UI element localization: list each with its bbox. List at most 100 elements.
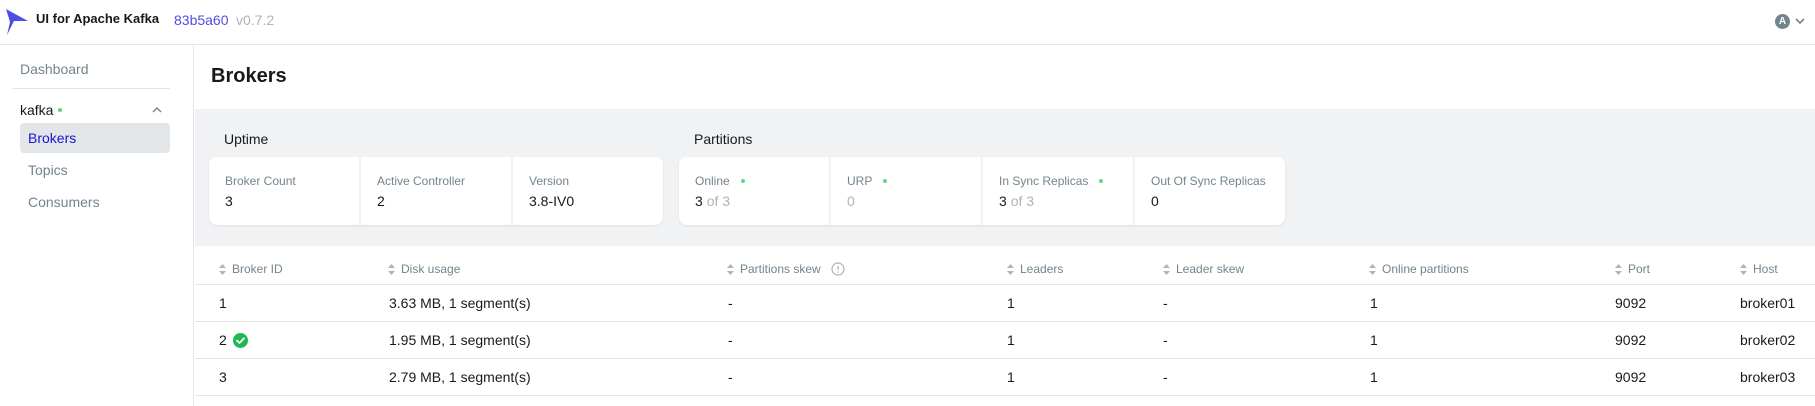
sidebar-divider [12, 88, 170, 89]
metric-total: of 3 [706, 193, 731, 209]
metric-label: Online [695, 174, 730, 188]
broker-id[interactable]: 2 [219, 332, 227, 348]
metric-label: URP [847, 174, 873, 188]
disk-usage-cell: 1.95 MB, 1 segment(s) [389, 332, 531, 348]
disk-usage-cell: 3.63 MB, 1 segment(s) [389, 295, 531, 311]
app-version: v0.7.2 [236, 12, 275, 28]
sort-icon [219, 263, 226, 275]
controller-check-icon [232, 332, 248, 348]
metric-card-online: Online 3 of 3 [679, 157, 829, 225]
leaders-cell: 1 [1007, 332, 1015, 348]
host-cell: broker03 [1740, 369, 1796, 385]
sidebar-item-label: Topics [28, 162, 68, 178]
column-label: Leader skew [1176, 262, 1245, 276]
uptime-cards: Broker Count 3 Active Controller 2 Versi… [209, 157, 663, 225]
broker-id[interactable]: 3 [219, 369, 227, 385]
page-title: Brokers [211, 65, 287, 87]
info-icon[interactable] [831, 262, 845, 276]
metric-label: Out Of Sync Replicas [1151, 174, 1266, 188]
metric-label: Active Controller [377, 174, 466, 188]
chevron-up-icon[interactable] [150, 103, 164, 117]
leader-skew-cell: - [1163, 369, 1168, 385]
column-header-leader-skew[interactable]: Leader skew [1163, 262, 1244, 276]
metric-label-row: Online [695, 174, 813, 188]
column-header-host[interactable]: Host [1740, 262, 1778, 276]
column-label: Partitions skew [740, 262, 821, 276]
sort-icon [1369, 263, 1376, 275]
sort-icon [1740, 263, 1747, 275]
partitions-skew-cell: - [728, 332, 733, 348]
table-row[interactable]: 3 2.79 MB, 1 segment(s) - 1 - 1 9092 bro… [195, 359, 1815, 396]
leader-skew-cell: - [1163, 332, 1168, 348]
metric-value-row: 3 of 3 [999, 193, 1117, 209]
column-header-broker-id[interactable]: Broker ID [219, 262, 283, 276]
leader-skew-cell: - [1163, 295, 1168, 311]
sidebar-item-consumers[interactable]: Consumers [20, 187, 170, 217]
broker-id-cell[interactable]: 3 [219, 369, 227, 385]
partitions-cards: Online 3 of 3 URP 0 In Sync Replicas 3 o… [679, 157, 1285, 225]
user-menu[interactable]: A [1775, 10, 1807, 32]
metric-label-row: URP [847, 174, 965, 188]
main-content: Brokers Uptime Broker Count 3 Active Con… [195, 45, 1815, 406]
metric-card-in-sync-replicas: In Sync Replicas 3 of 3 [983, 157, 1133, 225]
metric-label-row: In Sync Replicas [999, 174, 1117, 188]
user-avatar-icon[interactable]: A [1775, 13, 1790, 29]
top-navbar: UI for Apache Kafka 83b5a60 v0.7.2 A [0, 0, 1815, 45]
sidebar-item-topics[interactable]: Topics [20, 155, 170, 185]
commit-link[interactable]: 83b5a60 [174, 12, 229, 28]
sidebar-cluster-kafka[interactable]: kafka [20, 99, 170, 121]
metric-card-version: Version 3.8-IV0 [513, 157, 663, 225]
metric-label: In Sync Replicas [999, 174, 1089, 188]
broker-id-cell[interactable]: 1 [219, 295, 227, 311]
sidebar-item-dashboard[interactable]: Dashboard [20, 61, 89, 77]
online-partitions-cell: 1 [1370, 369, 1378, 385]
metric-total: of 3 [1010, 193, 1035, 209]
metric-label: Broker Count [225, 174, 296, 188]
partitions-section-title: Partitions [694, 131, 753, 147]
table-header: Broker ID Disk usage Partitions skew Lea… [195, 254, 1815, 285]
metrics-panel: Uptime Broker Count 3 Active Controller … [195, 109, 1815, 246]
host-cell: broker02 [1740, 332, 1796, 348]
column-header-partitions-skew[interactable]: Partitions skew [727, 262, 845, 276]
sort-icon [1163, 263, 1170, 275]
metric-card-broker-count: Broker Count 3 [209, 157, 359, 225]
metric-card-out-of-sync-replicas: Out Of Sync Replicas 0 [1135, 157, 1285, 225]
metric-value: 2 [377, 193, 385, 209]
metric-value: 3 [695, 193, 703, 209]
column-header-disk-usage[interactable]: Disk usage [388, 262, 460, 276]
status-dot [883, 179, 888, 183]
column-header-port[interactable]: Port [1615, 262, 1650, 276]
disk-usage-cell: 2.79 MB, 1 segment(s) [389, 369, 531, 385]
metric-card-urp: URP 0 [831, 157, 981, 225]
column-header-online-partitions[interactable]: Online partitions [1369, 262, 1469, 276]
metric-value: 3 [225, 193, 233, 209]
kafka-ui-logo-icon[interactable] [4, 7, 30, 37]
table-row[interactable]: 1 3.63 MB, 1 segment(s) - 1 - 1 9092 bro… [195, 285, 1815, 322]
column-header-leaders[interactable]: Leaders [1007, 262, 1063, 276]
online-partitions-cell: 1 [1370, 295, 1378, 311]
column-label: Port [1628, 262, 1651, 276]
port-cell: 9092 [1615, 295, 1647, 311]
sidebar-item-brokers[interactable]: Brokers [20, 123, 170, 153]
broker-id[interactable]: 1 [219, 295, 227, 311]
sort-icon [1615, 263, 1622, 275]
sidebar-item-label: Consumers [28, 194, 100, 210]
metric-value: 0 [1151, 193, 1159, 209]
chevron-down-icon[interactable] [1793, 14, 1807, 28]
sort-icon [727, 263, 734, 275]
sidebar-item-label: Brokers [28, 130, 77, 146]
uptime-section-title: Uptime [224, 131, 269, 147]
partitions-skew-cell: - [728, 295, 733, 311]
leaders-cell: 1 [1007, 369, 1015, 385]
metric-value-row: 3 of 3 [695, 193, 813, 209]
sidebar: Dashboard kafka Brokers Topics Consumers [0, 45, 194, 406]
metric-value: 0 [847, 193, 855, 209]
broker-id-cell[interactable]: 2 [219, 332, 248, 348]
column-label: Disk usage [401, 262, 461, 276]
column-label: Leaders [1020, 262, 1064, 276]
app-name[interactable]: UI for Apache Kafka [36, 11, 159, 26]
metric-value: 3 [999, 193, 1007, 209]
table-row[interactable]: 2 1.95 MB, 1 segment(s) - 1 - 1 9092 bro… [195, 322, 1815, 359]
partitions-skew-cell: - [728, 369, 733, 385]
online-partitions-cell: 1 [1370, 332, 1378, 348]
